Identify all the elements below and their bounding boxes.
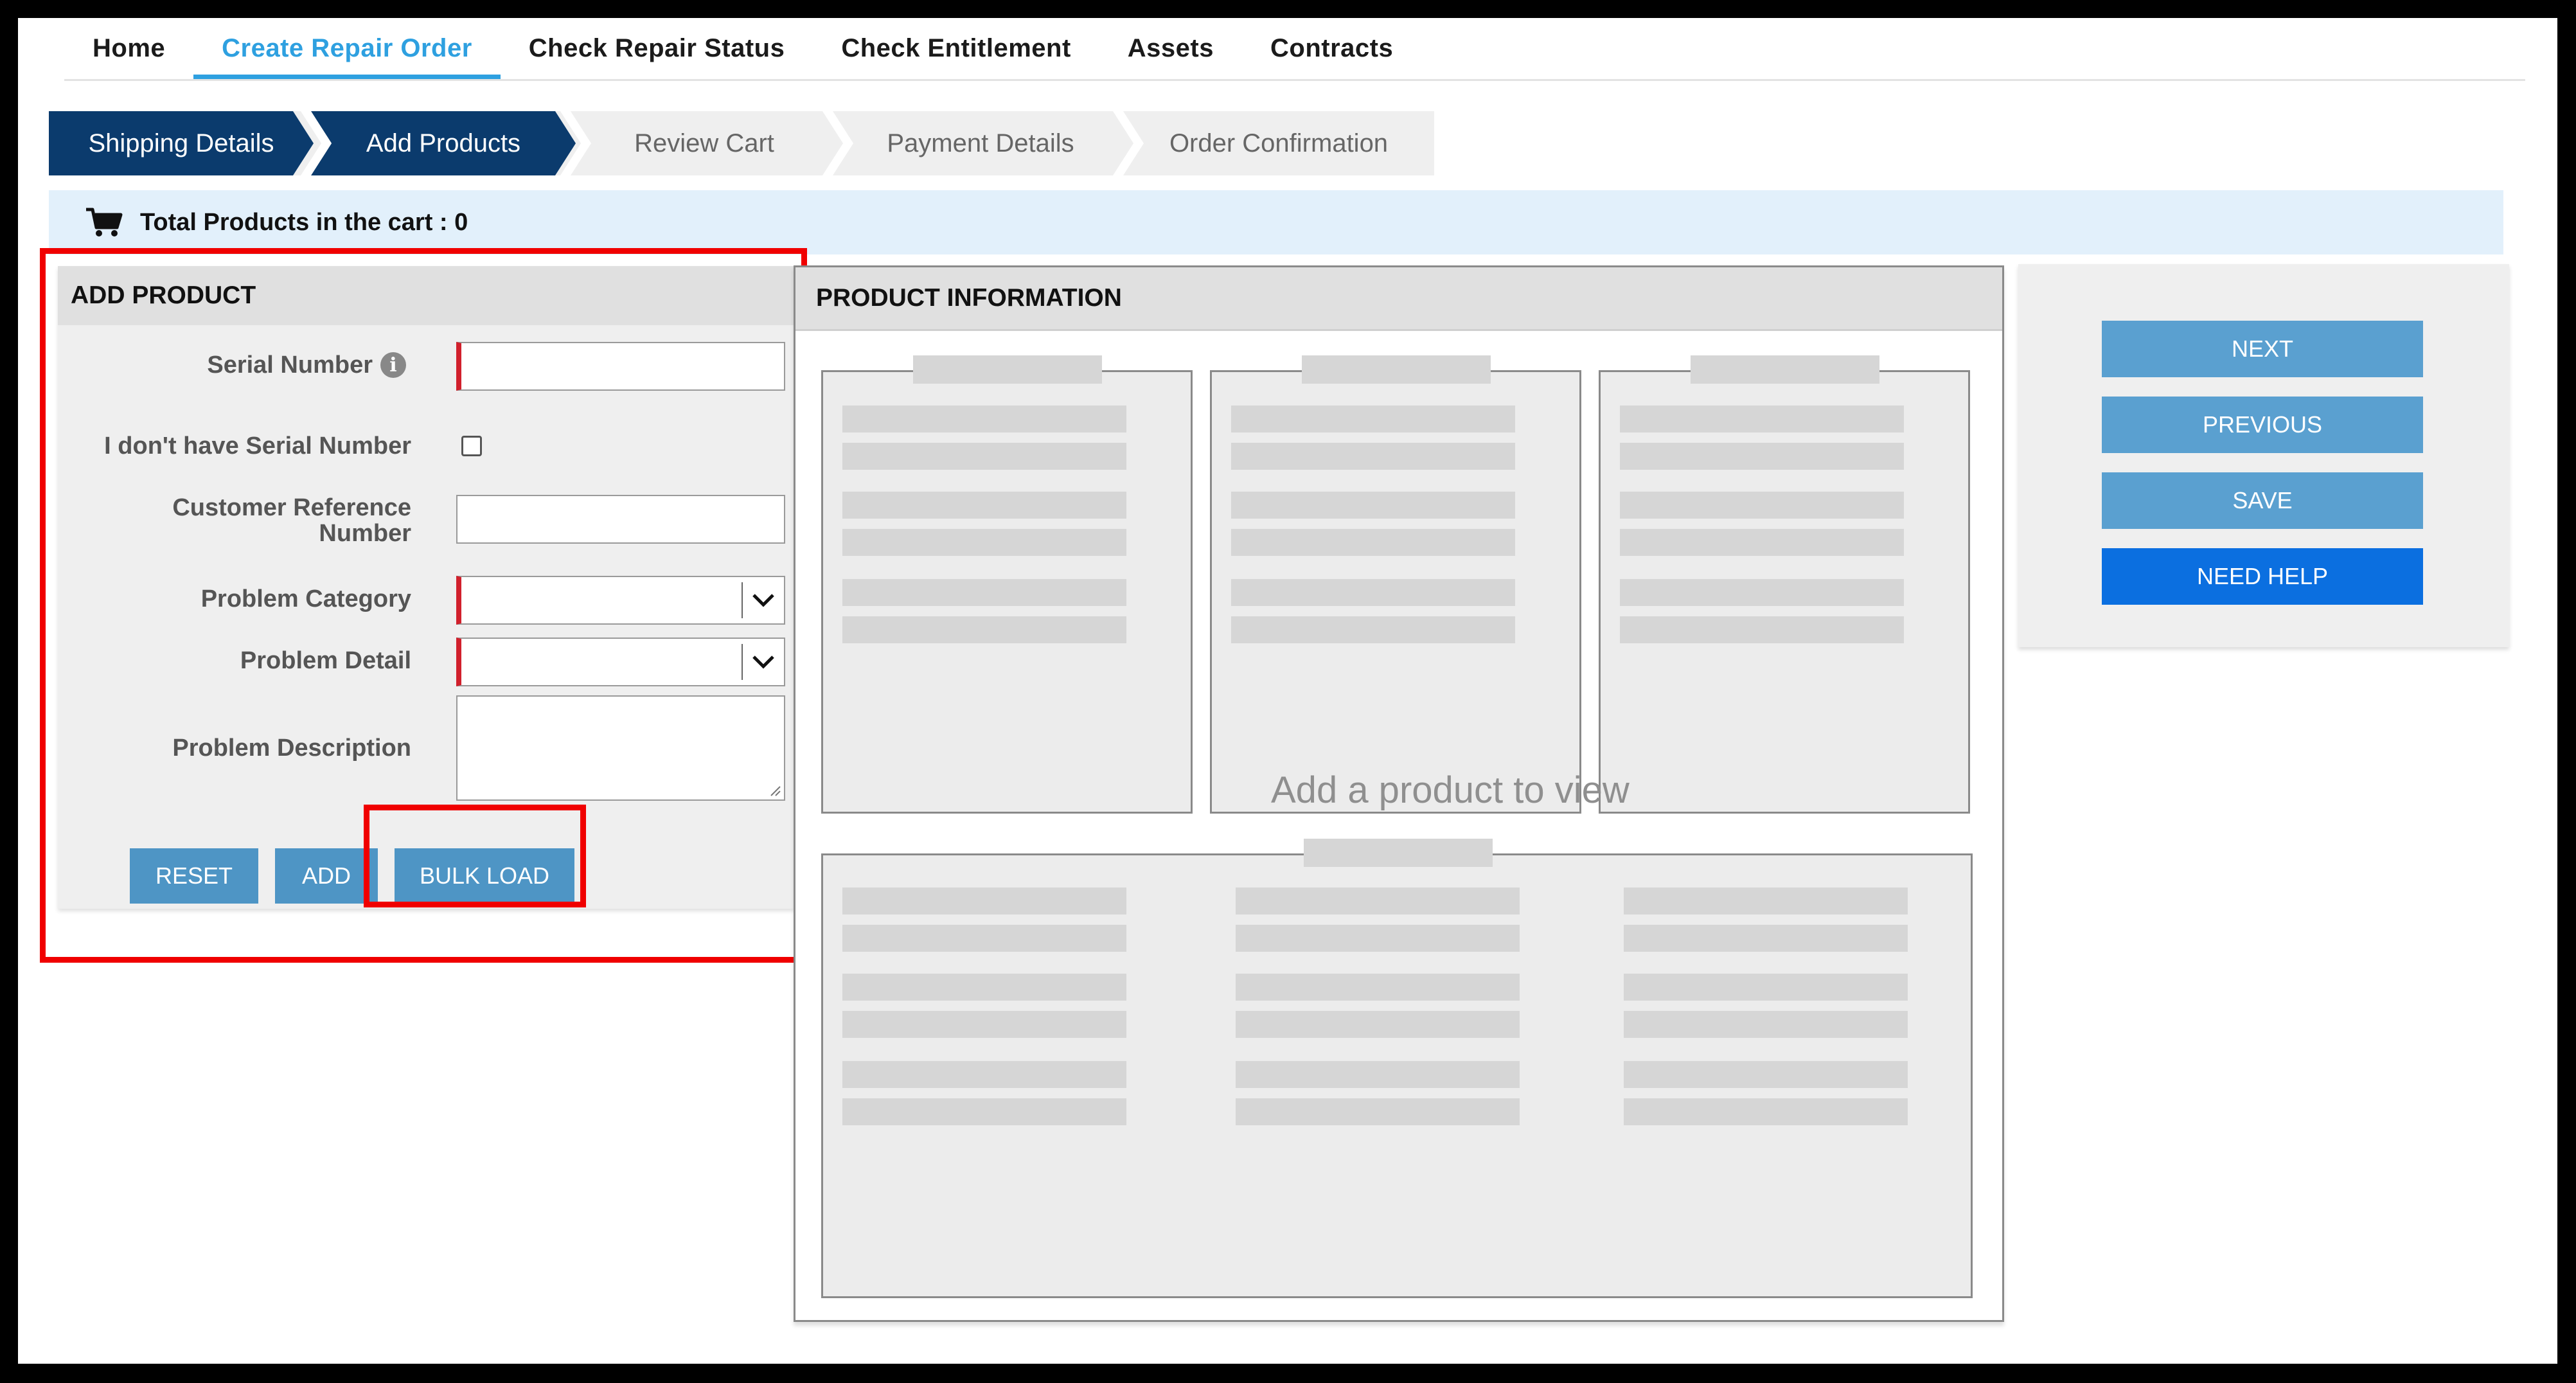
- cart-count-text: Total Products in the cart : 0: [140, 208, 468, 236]
- step-payment-details: Payment Details: [833, 111, 1128, 175]
- product-information-panel: PRODUCT INFORMATION Add a product to vie…: [794, 265, 2004, 1322]
- nav-assets[interactable]: Assets: [1099, 18, 1242, 79]
- placeholder-line: [842, 492, 1126, 519]
- placeholder-line: [1236, 888, 1520, 915]
- placeholder-line: [1236, 974, 1520, 1001]
- placeholder-line: [1236, 1098, 1520, 1125]
- repair-order-page: Home Create Repair Order Check Repair St…: [18, 18, 2557, 1364]
- placeholder-title: [1302, 355, 1491, 384]
- placeholder-title: [1691, 355, 1879, 384]
- placeholder-line: [842, 443, 1126, 470]
- cart-summary-bar: Total Products in the cart : 0: [49, 190, 2503, 254]
- placeholder-line: [1231, 616, 1515, 643]
- placeholder-line: [1624, 1011, 1908, 1038]
- placeholder-line: [842, 1098, 1126, 1125]
- placeholder-line: [1620, 616, 1904, 643]
- placeholder-title: [1304, 839, 1493, 867]
- serial-number-label: Serial Number: [207, 352, 373, 379]
- no-serial-checkbox[interactable]: [461, 436, 482, 456]
- placeholder-line: [842, 888, 1126, 915]
- chevron-down-icon: [742, 644, 784, 680]
- shopping-cart-icon: [86, 208, 123, 236]
- add-product-title: ADD PRODUCT: [58, 266, 794, 325]
- placeholder-line: [1236, 1011, 1520, 1038]
- placeholder-card: [1210, 355, 1581, 814]
- save-button[interactable]: SAVE: [2102, 472, 2423, 529]
- placeholder-line: [842, 579, 1126, 606]
- problem-description-textarea[interactable]: [456, 695, 785, 801]
- placeholder-line: [1620, 492, 1904, 519]
- placeholder-line: [1231, 492, 1515, 519]
- chevron-down-icon: [742, 582, 784, 618]
- placeholder-card: [821, 355, 1193, 814]
- no-serial-label: I don't have Serial Number: [104, 433, 411, 460]
- placeholder-line: [842, 616, 1126, 643]
- top-nav: Home Create Repair Order Check Repair St…: [64, 18, 2525, 81]
- placeholder-line: [1624, 1061, 1908, 1088]
- step-order-confirmation: Order Confirmation: [1123, 111, 1434, 175]
- step-add-products[interactable]: Add Products: [311, 111, 576, 175]
- placeholder-line: [842, 406, 1126, 433]
- placeholder-line: [1620, 406, 1904, 433]
- action-panel: NEXT PREVIOUS SAVE NEED HELP: [2018, 264, 2509, 647]
- bulk-load-button[interactable]: BULK LOAD: [395, 848, 574, 904]
- customer-reference-label-line1: Customer Reference: [172, 494, 411, 521]
- placeholder-line: [1231, 406, 1515, 433]
- placeholder-line: [842, 925, 1126, 952]
- placeholder-line: [1620, 443, 1904, 470]
- step-shipping-details[interactable]: Shipping Details: [49, 111, 314, 175]
- placeholder-line: [1620, 579, 1904, 606]
- problem-category-select[interactable]: [456, 576, 785, 625]
- info-icon[interactable]: i: [380, 352, 406, 378]
- problem-detail-select[interactable]: [456, 638, 785, 686]
- placeholder-line: [1231, 529, 1515, 556]
- add-button[interactable]: ADD: [275, 848, 378, 904]
- nav-contracts[interactable]: Contracts: [1242, 18, 1421, 79]
- placeholder-line: [842, 529, 1126, 556]
- problem-description-label: Problem Description: [172, 735, 411, 762]
- nav-check-repair-status[interactable]: Check Repair Status: [501, 18, 813, 79]
- add-product-panel: ADD PRODUCT Serial Number i I don't have…: [58, 266, 794, 909]
- placeholder-line: [842, 1011, 1126, 1038]
- checkout-steps: Shipping Details Add Products Review Car…: [49, 111, 1434, 175]
- placeholder-card-wide: [821, 839, 1973, 1298]
- reset-button[interactable]: RESET: [130, 848, 258, 904]
- placeholder-card: [1599, 355, 1970, 814]
- placeholder-line: [842, 1061, 1126, 1088]
- problem-detail-label: Problem Detail: [240, 647, 411, 674]
- placeholder-line: [1231, 579, 1515, 606]
- problem-category-label: Problem Category: [200, 585, 411, 612]
- next-button[interactable]: NEXT: [2102, 321, 2423, 377]
- placeholder-line: [842, 974, 1126, 1001]
- empty-state-message: Add a product to view: [1271, 769, 1630, 811]
- nav-create-repair-order[interactable]: Create Repair Order: [193, 18, 501, 79]
- serial-number-input[interactable]: [456, 342, 785, 391]
- placeholder-line: [1624, 1098, 1908, 1125]
- placeholder-line: [1236, 925, 1520, 952]
- nav-home[interactable]: Home: [64, 18, 193, 79]
- placeholder-line: [1624, 925, 1908, 952]
- nav-check-entitlement[interactable]: Check Entitlement: [813, 18, 1099, 79]
- placeholder-line: [1620, 529, 1904, 556]
- placeholder-line: [1624, 974, 1908, 1001]
- customer-reference-label-line2: Number: [319, 520, 411, 547]
- previous-button[interactable]: PREVIOUS: [2102, 397, 2423, 453]
- customer-reference-label: Customer Reference Number: [172, 495, 411, 546]
- placeholder-line: [1236, 1061, 1520, 1088]
- customer-reference-input[interactable]: [456, 495, 785, 544]
- placeholder-title: [913, 355, 1102, 384]
- step-review-cart: Review Cart: [571, 111, 838, 175]
- placeholder-line: [1231, 443, 1515, 470]
- need-help-button[interactable]: NEED HELP: [2102, 548, 2423, 605]
- placeholder-line: [1624, 888, 1908, 915]
- resize-grip-icon[interactable]: [768, 784, 781, 797]
- product-information-title: PRODUCT INFORMATION: [795, 267, 2002, 331]
